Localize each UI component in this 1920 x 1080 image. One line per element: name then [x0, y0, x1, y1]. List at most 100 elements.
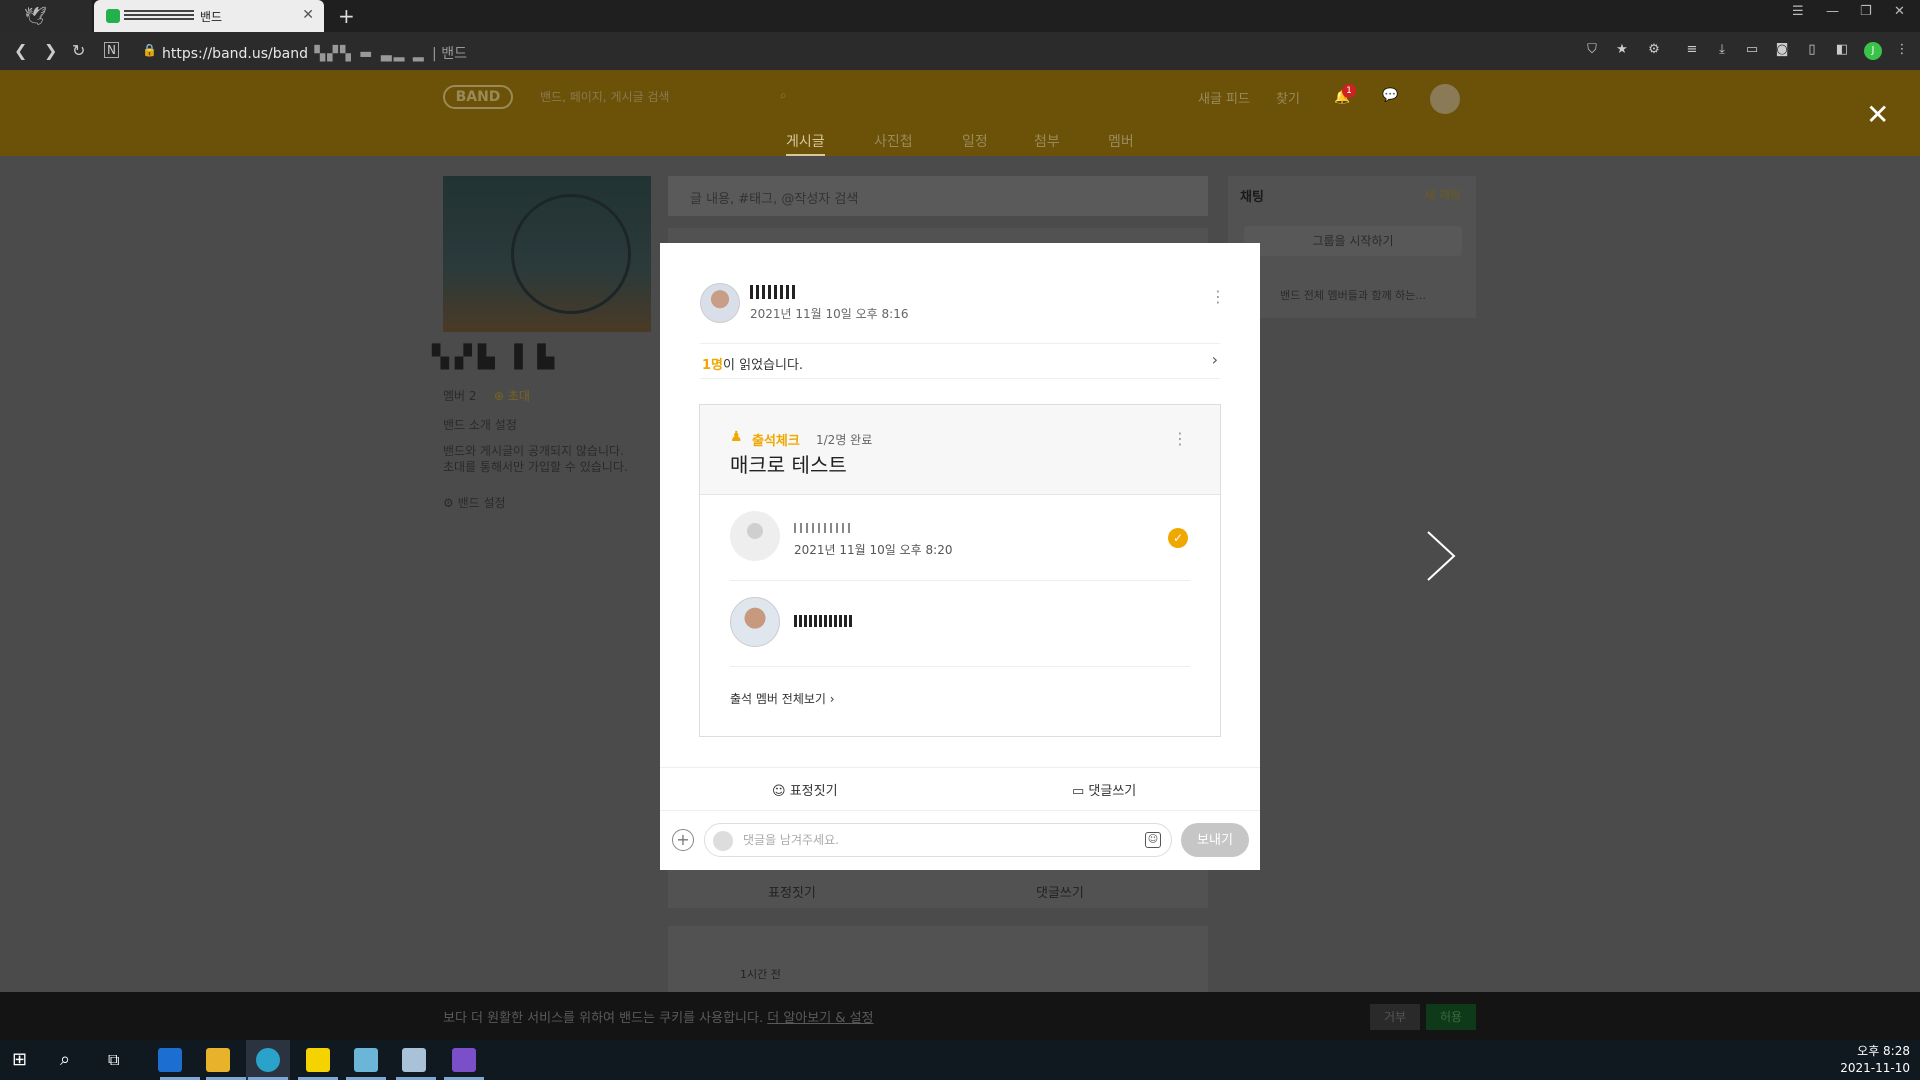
comment-bar: + ☺ 보내기 [660, 811, 1260, 870]
visual-studio-icon[interactable] [452, 1048, 476, 1072]
bird-icon: 🕊 [24, 6, 47, 27]
active-tab[interactable]: 밴드 ✕ [94, 0, 324, 32]
post-modal: 2021년 11월 10일 오후 8:16 ⋮ 1명이 읽었습니다. › ♟ 출… [660, 243, 1260, 870]
reload-icon[interactable]: ↻ [72, 41, 85, 60]
shield-icon[interactable]: ⛉ [1584, 42, 1600, 58]
intro-setting-link[interactable]: 밴드 소개 설정 [443, 416, 517, 433]
forward-icon[interactable]: ❯ [44, 41, 57, 60]
sidebar-icon[interactable]: ◧ [1834, 42, 1850, 58]
windows-start-icon[interactable]: ⊞ [12, 1048, 36, 1072]
comment-input-wrap: ☺ [704, 823, 1172, 857]
send-button[interactable]: 보내기 [1181, 823, 1249, 857]
extensions-icon[interactable]: ⚙ [1646, 42, 1662, 58]
feed-search-input[interactable]: 글 내용, #태그, @작성자 검색 [668, 176, 1208, 216]
bookmark-star-icon[interactable]: ★ [1614, 42, 1630, 58]
checkmark-icon: ✓ [1168, 528, 1188, 548]
cookie-deny-button[interactable]: 거부 [1370, 1004, 1420, 1030]
cookie-text: 보다 더 원활한 서비스를 위하여 밴드는 쿠키를 사용합니다. 더 알아보기 … [443, 1011, 874, 1026]
address-bar: ❮ ❯ ↻ N 🔒 https://band.us/band ▚▞▚ ▬ ▃▂ … [0, 32, 1920, 70]
band-favicon-icon [106, 9, 120, 23]
url-field[interactable]: https://band.us/band ▚▞▚ ▬ ▃▂ ▂ | 밴드 [162, 43, 467, 63]
user-avatar[interactable] [1430, 84, 1460, 114]
minimize-button[interactable]: — [1826, 4, 1839, 19]
cookie-learn-more-link[interactable]: 더 알아보기 & 설정 [767, 1011, 873, 1026]
attendance-card: ♟ 출석체크 1/2명 완료 매크로 테스트 ⋮ 2021년 11월 10일 오… [699, 404, 1221, 737]
task-view-icon[interactable]: ⧉ [108, 1048, 132, 1072]
attendance-member-row[interactable]: 2021년 11월 10일 오후 8:20 ✓ [730, 495, 1190, 581]
comment-input[interactable] [743, 830, 1123, 850]
band-search-input[interactable]: 밴드, 페이지, 게시글 검색 [540, 88, 669, 105]
next-post-icon[interactable] [1420, 528, 1460, 584]
chat-title: 채팅 [1240, 190, 1264, 205]
emotion-button[interactable]: ☺ 표정짓기 [772, 780, 838, 799]
clock-date: 2021-11-10 [1840, 1061, 1910, 1075]
author-avatar[interactable] [700, 283, 740, 323]
privacy-line-2: 초대를 통해서만 가입할 수 있습니다. [443, 460, 628, 474]
lock-icon: 🔒 [142, 43, 157, 57]
band-settings-link[interactable]: ⚙ 밴드 설정 [443, 494, 506, 511]
restore-button[interactable]: ❐ [1860, 4, 1872, 19]
chevron-right-icon: › [1211, 350, 1218, 369]
tab-posts[interactable]: 게시글 [786, 131, 825, 156]
notepad-icon[interactable] [354, 1048, 378, 1072]
add-attachment-icon[interactable]: + [672, 829, 694, 851]
download-icon[interactable]: ⤓ [1714, 42, 1730, 58]
pinned-tab[interactable]: 🕊 [0, 0, 92, 32]
browser-app-icon[interactable] [256, 1048, 280, 1072]
comment-button[interactable]: ▭ 댓글쓰기 [1072, 780, 1136, 799]
band-cover-image[interactable] [443, 176, 651, 332]
chat-bubble-icon[interactable]: 💬 [1382, 88, 1398, 103]
close-viewer-icon[interactable]: ✕ [1866, 98, 1889, 131]
search-icon[interactable]: ⌕ [60, 1048, 84, 1072]
attendance-progress: 1/2명 완료 [816, 433, 873, 447]
cookie-bar [0, 992, 1920, 1040]
reader-mode-icon[interactable]: ▯ [1804, 42, 1820, 58]
header-link-find[interactable]: 찾기 [1276, 88, 1300, 107]
back-icon[interactable]: ❮ [14, 41, 27, 60]
feed-comment-button[interactable]: 댓글쓰기 [1036, 882, 1084, 901]
tab-attachments[interactable]: 첨부 [1034, 131, 1060, 151]
reader-icon[interactable]: N [104, 42, 119, 58]
clock-time: 오후 8:28 [1857, 1044, 1910, 1058]
tab-list-icon[interactable]: ☰ [1792, 4, 1804, 19]
close-tab-icon[interactable]: ✕ [302, 7, 314, 23]
member-count[interactable]: 멤버 2 [443, 387, 477, 404]
tab-title: 밴드 [200, 10, 223, 24]
playlist-icon[interactable]: ≡ [1684, 42, 1700, 58]
tab-schedule[interactable]: 일정 [962, 131, 988, 151]
system-clock[interactable]: 오후 8:28 2021-11-10 [1840, 1043, 1910, 1077]
tab-members[interactable]: 멤버 [1108, 131, 1134, 151]
attendance-header: ♟ 출석체크 1/2명 완료 매크로 테스트 ⋮ [700, 405, 1220, 495]
tab-photos[interactable]: 사진첩 [874, 131, 913, 151]
feed-emotion-button[interactable]: 표정짓기 [768, 882, 816, 901]
file-explorer-icon[interactable] [206, 1048, 230, 1072]
cortana-app-icon[interactable] [158, 1048, 182, 1072]
chat-preview[interactable]: 밴드 전체 멤버들과 함께 하는... [1280, 287, 1426, 303]
member-name-redacted [794, 523, 852, 533]
second-post-time: 1시간 전 [740, 968, 781, 981]
cookie-allow-button[interactable]: 허용 [1426, 1004, 1476, 1030]
band-logo[interactable]: BAND [443, 85, 513, 109]
attendance-member-row[interactable] [730, 581, 1190, 667]
member-avatar [730, 597, 780, 647]
start-group-button[interactable]: 그룹을 시작하기 [1244, 226, 1462, 256]
profile-avatar[interactable]: J [1864, 42, 1882, 60]
new-chat-link[interactable]: 새 채팅 [1424, 186, 1461, 203]
invite-link[interactable]: ⊕ 초대 [494, 387, 530, 404]
kakaotalk-icon[interactable] [306, 1048, 330, 1072]
view-all-attendees-link[interactable]: 출석 멤버 전체보기 › [730, 690, 835, 707]
camera-icon[interactable]: ◙ [1774, 42, 1790, 58]
menu-dots-icon[interactable]: ⋮ [1894, 42, 1910, 58]
band-name-redacted: ▚▞▙ ▌▙ [432, 345, 561, 370]
sticker-icon[interactable]: ☺ [1145, 832, 1161, 848]
attendance-more-icon[interactable]: ⋮ [1172, 429, 1188, 448]
header-link-feed[interactable]: 새글 피드 [1198, 88, 1250, 107]
close-window-button[interactable]: ✕ [1894, 4, 1905, 19]
video-icon[interactable]: ▭ [1744, 42, 1760, 58]
author-name-redacted[interactable] [750, 285, 796, 299]
read-count-row[interactable]: 1명이 읽었습니다. › [700, 343, 1220, 379]
post-more-icon[interactable]: ⋮ [1210, 287, 1226, 306]
band-search-icon[interactable]: ⌕ [780, 88, 787, 103]
new-tab-button[interactable]: + [338, 4, 355, 28]
paint-icon[interactable] [402, 1048, 426, 1072]
